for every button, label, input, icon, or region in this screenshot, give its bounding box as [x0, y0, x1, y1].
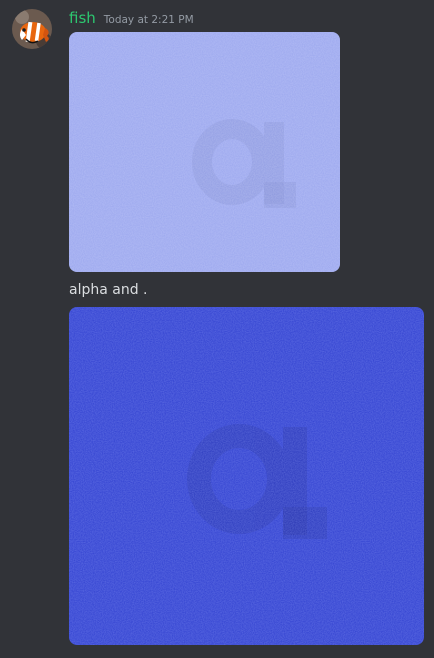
user-avatar[interactable]	[12, 9, 52, 49]
message-text: alpha and .	[69, 282, 148, 298]
message-header: fish Today at 2:21 PM	[69, 8, 194, 30]
image-attachment-1[interactable]	[69, 32, 340, 272]
image-attachment-2[interactable]	[69, 307, 424, 645]
author-username[interactable]: fish	[69, 8, 96, 28]
clownfish-avatar-icon	[12, 9, 52, 49]
message-timestamp: Today at 2:21 PM	[103, 14, 194, 26]
chat-message: fish Today at 2:21 PM alpha and .	[0, 0, 434, 658]
